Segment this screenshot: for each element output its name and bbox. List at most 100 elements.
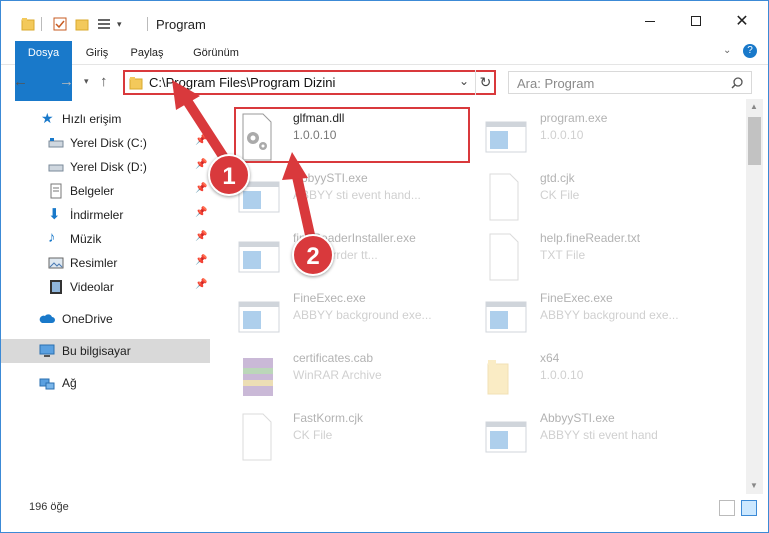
drive-icon [48,138,64,148]
file-detail: ABBYY background exe... [540,308,679,322]
ribbon-expand-icon[interactable]: ⌄ [723,45,731,56]
sidebar-item-label: Videolar [70,280,114,294]
blank-file-icon [484,232,528,282]
archive-icon [237,352,281,402]
vertical-scrollbar[interactable]: ▲ ▼ [746,99,763,494]
file-detail: CK File [540,188,580,202]
title-bar: ▾ Program ✕ [1,1,768,41]
file-name: AbbyySTI.exe [293,171,368,185]
address-bar[interactable]: C:\Program Files\Program Dizini ⌄ ↻ [123,70,496,95]
window-title: Program [156,17,206,32]
pin-icon: 📌 [195,255,208,266]
forward-icon[interactable]: → [59,73,74,90]
sidebar-item-downloads[interactable]: ⬇ İndirmeler 📌 [1,203,210,227]
details-view-button[interactable] [719,500,735,516]
file-item[interactable]: FineExec.exe ABBYY background exe... [237,287,482,347]
file-name: FineExec.exe [540,291,613,305]
file-name: AbbyySTI.exe [540,411,615,425]
file-item[interactable]: help.fineReader.txt TXT File [484,227,729,287]
pin-icon: 📌 [195,279,208,290]
sidebar-item-network[interactable]: Ağ [1,371,210,395]
file-detail: 1.0.0.10 [540,128,584,142]
sidebar-item-label: Müzik [70,232,102,246]
file-name: x64 [540,351,560,365]
properties-icon[interactable] [53,17,67,31]
file-item[interactable]: AbbyySTI.exe ABBYY sti event hand... [237,167,482,227]
sidebar-item-label: Yerel Disk (D:) [70,160,147,174]
view-options-icon[interactable] [97,17,111,31]
sidebar-item-pictures[interactable]: Resimler 📌 [1,251,210,275]
new-folder-icon[interactable] [75,17,89,31]
folder-icon[interactable] [21,17,35,31]
sidebar-item-documents[interactable]: Belgeler 📌 [1,179,210,203]
folder-icon [129,77,143,90]
file-name: help.fineReader.txt [540,231,641,245]
search-placeholder: Ara: Program [517,76,595,91]
blank-file-icon [484,172,528,222]
blank-file-icon [237,412,281,462]
sidebar-item-music[interactable]: ♪ Müzik 📌 [1,227,210,251]
explorer-window: ▾ Program ✕ Dosya Giriş Paylaş Görünüm ⌄… [0,0,769,533]
highlight-box [234,107,470,163]
exe-icon [484,292,528,342]
file-item[interactable]: gtd.cjk CK File [484,167,729,227]
file-detail: ABBYY sti event hand [540,428,658,442]
file-name: FineExec.exe [293,291,366,305]
file-item[interactable]: FastKorm.cjk CK File [237,407,482,467]
sidebar-item-this-pc[interactable]: Bu bilgisayar [1,339,210,363]
pin-icon: 📌 [195,183,208,194]
file-detail: TXT File [540,248,586,262]
download-icon: ⬇ [48,206,61,223]
up-icon[interactable]: ↑ [100,73,108,90]
large-icons-view-button[interactable] [741,500,757,516]
sidebar-item-label: İndirmeler [70,208,124,222]
document-icon [50,183,62,199]
file-detail: ABBYY background exe... [293,308,432,322]
sidebar-item-label: OneDrive [62,312,113,326]
close-icon: ✕ [735,13,749,30]
file-item[interactable]: fineReaderInstaller.exe ...rcoserrder tt.… [237,227,482,287]
video-icon [50,280,62,294]
search-icon [731,77,743,89]
maximize-icon [691,16,701,26]
recent-locations-icon[interactable]: ▾ [84,76,89,87]
minimize-icon [645,20,655,22]
refresh-icon[interactable]: ↻ [475,70,495,95]
sidebar-item-drive-d[interactable]: Yerel Disk (D:) 📌 [1,155,210,179]
tab-share[interactable]: Paylaş [125,41,169,65]
sidebar-item-quick-access[interactable]: ★ Hızlı erişim [1,107,210,131]
customize-qat-icon[interactable]: ▾ [117,19,122,30]
minimize-button[interactable] [627,1,673,41]
file-item[interactable]: AbbyySTI.exe ABBYY sti event hand [484,407,729,467]
file-item[interactable]: program.exe 1.0.0.10 [484,107,729,167]
address-dropdown-icon[interactable]: ⌄ [459,74,469,88]
navigation-pane: ★ Hızlı erişim Yerel Disk (C:) 📌 Yerel D… [1,99,211,494]
sidebar-item-drive-c[interactable]: Yerel Disk (C:) 📌 [1,131,210,155]
file-item[interactable]: x64 1.0.0.10 [484,347,729,407]
file-item[interactable]: FineExec.exe ABBYY background exe... [484,287,729,347]
file-name: program.exe [540,111,608,125]
pin-icon: 📌 [195,207,208,218]
close-button[interactable]: ✕ [719,1,765,41]
sidebar-item-label: Hızlı erişim [62,112,122,126]
sidebar-item-label: Yerel Disk (C:) [70,136,147,150]
sidebar-item-label: Resimler [70,256,118,270]
scroll-down-icon[interactable]: ▼ [750,481,758,490]
tab-home[interactable]: Giriş [79,41,115,65]
back-icon[interactable]: ← [13,73,28,90]
scroll-up-icon[interactable]: ▲ [750,102,758,111]
file-name: gtd.cjk [540,171,575,185]
pictures-icon [48,257,64,269]
search-input[interactable]: Ara: Program [508,71,752,94]
pin-icon: 📌 [195,231,208,242]
tab-view[interactable]: Görünüm [183,41,249,65]
sidebar-item-videos[interactable]: Videolar 📌 [1,275,210,299]
help-icon[interactable]: ? [743,44,757,58]
maximize-button[interactable] [673,1,719,41]
scrollbar-thumb[interactable] [748,117,761,165]
file-item[interactable]: certificates.cab WinRAR Archive [237,347,482,407]
pin-icon: 📌 [195,135,208,146]
exe-icon [484,112,528,162]
address-path: C:\Program Files\Program Dizini [149,75,336,90]
sidebar-item-onedrive[interactable]: OneDrive [1,307,210,331]
